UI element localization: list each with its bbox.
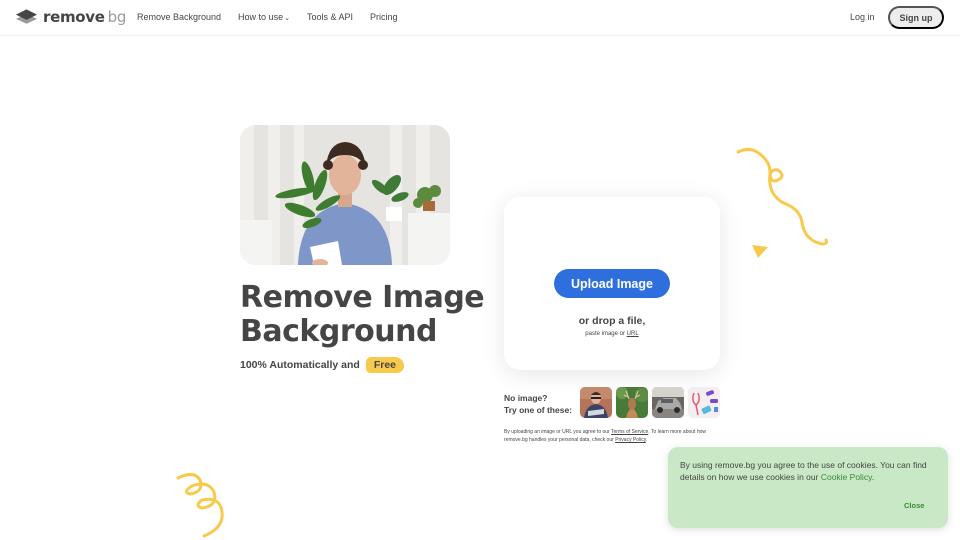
page-title-line1: Remove Image — [240, 280, 485, 315]
nav-how-to-use-label: How to use — [238, 12, 284, 22]
nav-pricing[interactable]: Pricing — [370, 12, 398, 22]
logo[interactable]: remove bg — [15, 8, 126, 26]
legal-notice: By uploading an image or URL you agree t… — [504, 428, 724, 444]
hero-image — [240, 125, 450, 265]
main-nav: Remove Background How to use⌄ Tools & AP… — [137, 12, 415, 22]
chevron-down-icon: ⌄ — [284, 15, 290, 22]
sample-label-line2: Try one of these: — [504, 405, 573, 415]
page-title: Remove Image Background — [240, 280, 485, 349]
decorative-spiral-icon — [176, 473, 224, 538]
logo-wordmark: remove bg — [43, 8, 127, 26]
page-title-line2: Background — [240, 314, 437, 349]
legal-suffix: . — [645, 437, 648, 443]
upload-image-button[interactable]: Upload Image — [554, 269, 670, 298]
hero-subline: 100% Automatically and Free — [240, 357, 405, 373]
sample-thumbnail-car[interactable] — [652, 387, 684, 418]
nav-how-to-use[interactable]: How to use⌄ — [238, 12, 290, 22]
login-link[interactable]: Log in — [850, 12, 875, 22]
upload-dropzone[interactable]: Upload Image or drop a file, paste image… — [504, 197, 720, 370]
sample-thumbnails — [580, 387, 720, 418]
sample-thumbnail-person[interactable] — [580, 387, 612, 418]
url-link[interactable]: URL — [627, 331, 639, 337]
logo-layers-icon — [15, 9, 38, 24]
sample-thumbnail-deer[interactable] — [616, 387, 648, 418]
legal-prefix: By uploading an image or URL you agree t… — [504, 429, 610, 435]
decorative-triangle-icon — [752, 245, 768, 258]
terms-of-service-link[interactable]: Terms of Service — [611, 429, 648, 435]
paste-hint: paste image or URL — [504, 331, 720, 337]
sample-label-line1: No image? — [504, 393, 548, 403]
sample-thumbnail-fitness[interactable] — [688, 387, 720, 418]
cookie-policy-link[interactable]: Cookie Policy — [821, 472, 872, 482]
cookie-message-text: By using remove.bg you agree to the use … — [680, 460, 927, 482]
paste-hint-text: paste image or — [585, 331, 625, 337]
cookie-close-button[interactable]: Close — [904, 501, 924, 510]
privacy-policy-link[interactable]: Privacy Policy — [615, 437, 646, 443]
subline-text: 100% Automatically and — [240, 359, 360, 371]
cookie-message-suffix: . — [871, 472, 875, 482]
nav-tools-api[interactable]: Tools & API — [307, 12, 353, 22]
decorative-squiggle-icon — [736, 147, 828, 246]
signup-button[interactable]: Sign up — [888, 6, 944, 29]
nav-remove-background[interactable]: Remove Background — [137, 12, 221, 22]
site-header: remove bg Remove Background How to use⌄ T… — [0, 0, 960, 36]
cookie-message: By using remove.bg you agree to the use … — [680, 459, 940, 483]
drop-file-text: or drop a file, — [578, 315, 646, 327]
sample-images-label: No image? Try one of these: — [504, 392, 572, 416]
cookie-banner: By using remove.bg you agree to the use … — [668, 447, 948, 528]
free-badge: Free — [365, 357, 405, 373]
